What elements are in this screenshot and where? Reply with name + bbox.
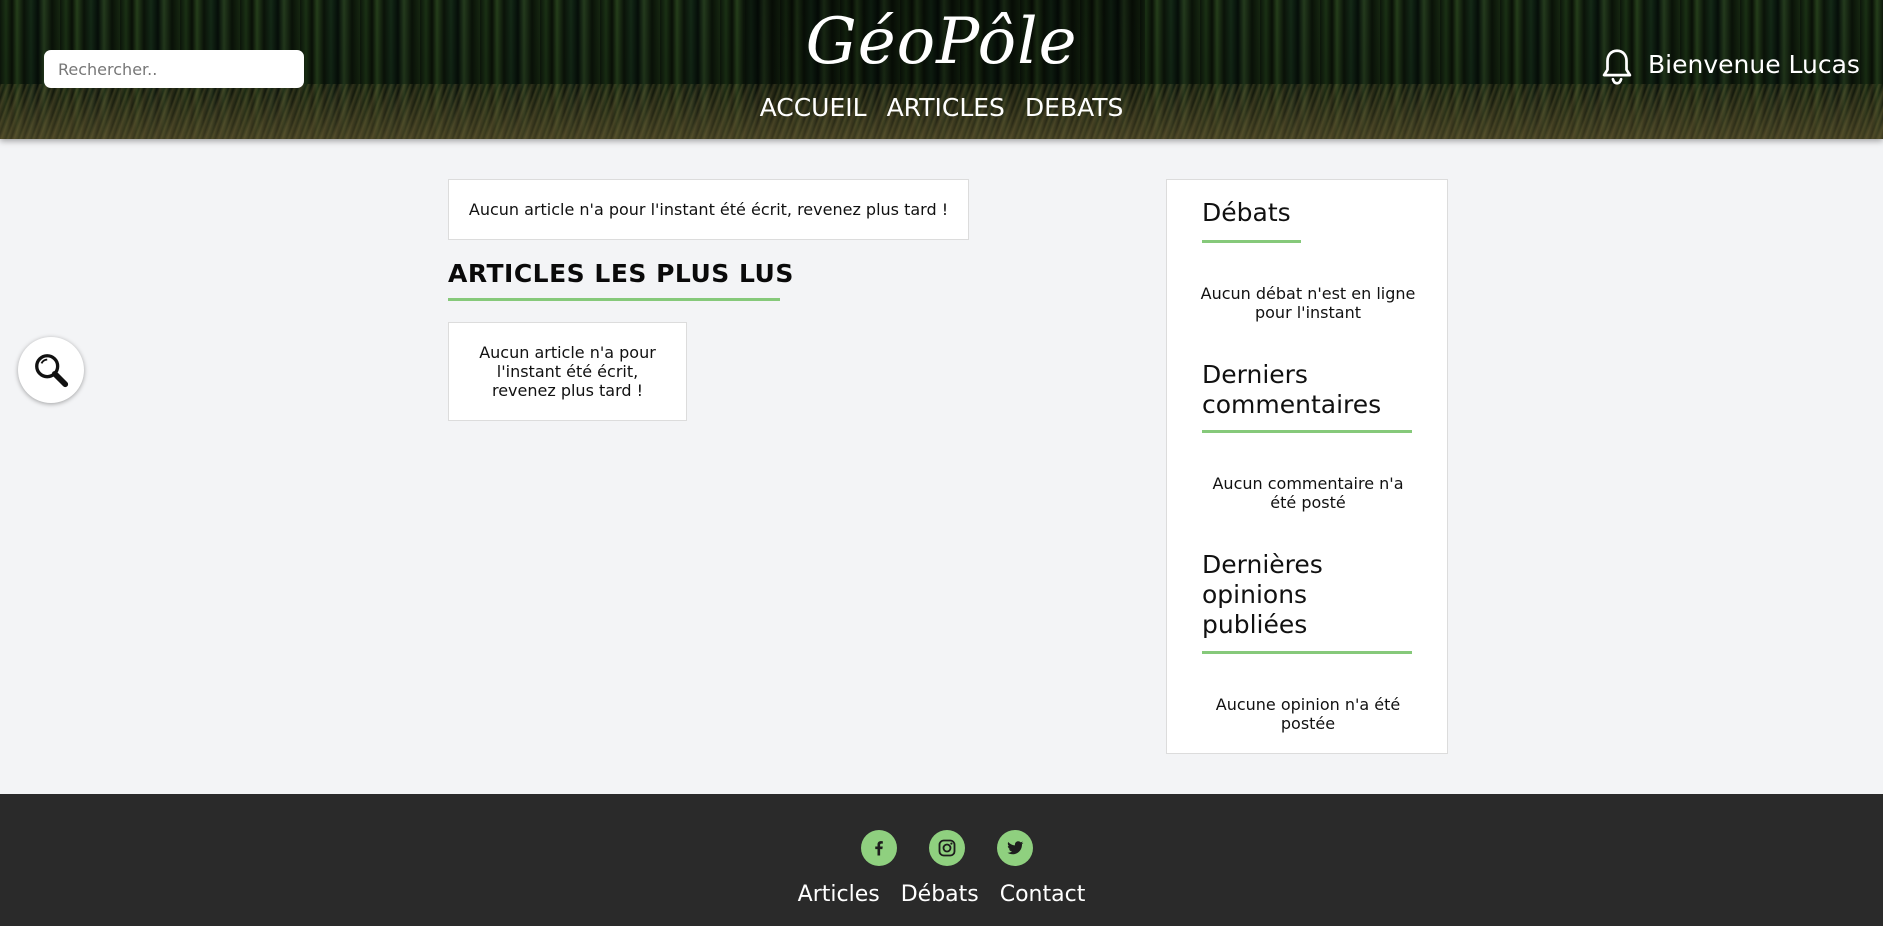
facebook-icon — [875, 841, 883, 856]
site-header: GéoPôle ACCUEIL ARTICLES DEBATS Bienvenu… — [0, 0, 1883, 139]
welcome-user-text[interactable]: Bienvenue Lucas — [1648, 48, 1860, 82]
comments-title: Derniers commentaires — [1202, 360, 1382, 419]
main-nav: ACCUEIL ARTICLES DEBATS — [0, 92, 1883, 124]
bell-icon[interactable] — [1600, 48, 1634, 86]
nav-debats[interactable]: DEBATS — [1025, 92, 1124, 124]
debates-empty-text: Aucun débat n'est en ligne pour l'instan… — [1200, 284, 1416, 322]
footer-nav: Articles Débats Contact — [0, 880, 1883, 910]
comments-empty-text: Aucun commentaire n'a été posté — [1212, 474, 1404, 512]
debates-underline — [1202, 240, 1301, 243]
twitter-icon — [1007, 841, 1024, 855]
footer-link-articles[interactable]: Articles — [798, 880, 880, 910]
opinions-empty-text: Aucune opinion n'a été postée — [1215, 695, 1401, 733]
sidebar: Débats Aucun débat n'est en ligne pour l… — [1166, 179, 1448, 754]
footer-link-contact[interactable]: Contact — [1000, 880, 1086, 910]
opinions-underline — [1202, 651, 1412, 654]
instagram-icon — [938, 839, 956, 857]
twitter-link[interactable] — [997, 830, 1033, 866]
comments-underline — [1202, 430, 1412, 433]
latest-articles-empty-notice: Aucun article n'a pour l'instant été écr… — [448, 179, 969, 240]
footer-link-debats[interactable]: Débats — [901, 880, 979, 910]
debates-title: Débats — [1202, 198, 1291, 227]
magnifier-icon — [35, 354, 69, 388]
most-read-title: ARTICLES LES PLUS LUS — [448, 259, 794, 288]
floating-search-button[interactable] — [18, 337, 84, 403]
nav-accueil[interactable]: ACCUEIL — [760, 92, 867, 124]
most-read-empty-notice: Aucun article n'a pour l'instant été écr… — [448, 322, 687, 421]
nav-articles[interactable]: ARTICLES — [887, 92, 1005, 124]
facebook-link[interactable] — [861, 830, 897, 866]
instagram-link[interactable] — [929, 830, 965, 866]
section-underline — [448, 298, 780, 301]
opinions-title: Dernières opinions publiées — [1202, 550, 1323, 639]
